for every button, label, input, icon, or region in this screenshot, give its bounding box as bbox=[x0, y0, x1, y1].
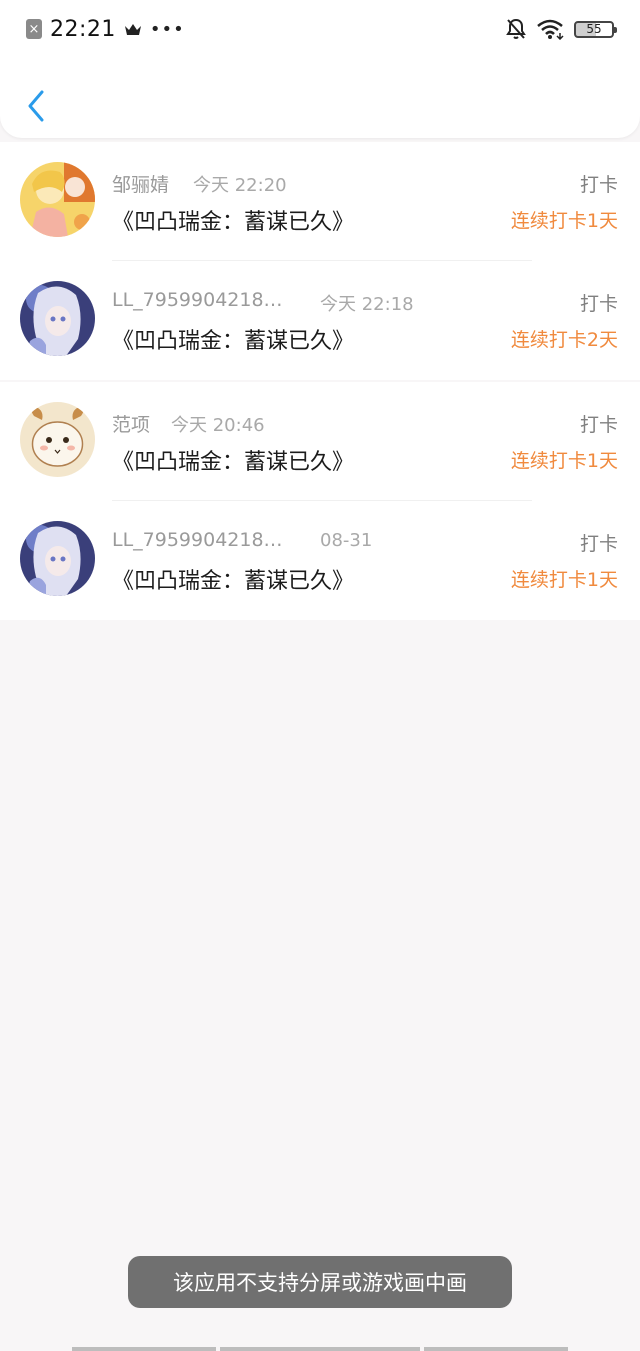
checkin-time: 今天 22:20 bbox=[193, 175, 287, 196]
toast-message: 该应用不支持分屏或游戏画中画 bbox=[128, 1256, 512, 1308]
book-title: 《凹凸瑞金：蓄谋已久》 bbox=[112, 210, 355, 235]
list-group: 范项 今天 20:46 《凹凸瑞金：蓄谋已久》 打卡 连续打卡1天 LL_795… bbox=[0, 382, 640, 620]
avatar[interactable] bbox=[20, 402, 95, 477]
checkin-label: 打卡 bbox=[579, 414, 618, 436]
list-group: 邹骊婧 今天 22:20 《凹凸瑞金：蓄谋已久》 打卡 连续打卡1天 LL_79… bbox=[0, 142, 640, 380]
checkin-time: 今天 22:18 bbox=[320, 294, 414, 315]
more-notifications-icon: ••• bbox=[149, 18, 185, 40]
nav-bar-segment bbox=[424, 1347, 568, 1351]
nav-bar-segment bbox=[72, 1347, 216, 1351]
avatar[interactable] bbox=[20, 162, 95, 237]
checkin-time: 08-31 bbox=[320, 530, 373, 551]
checkin-time: 今天 20:46 bbox=[171, 415, 265, 436]
checkin-label: 打卡 bbox=[579, 293, 618, 315]
checkin-label: 打卡 bbox=[579, 174, 618, 196]
bell-off-icon bbox=[506, 18, 526, 39]
book-title: 《凹凸瑞金：蓄谋已久》 bbox=[112, 450, 355, 475]
checkin-list: 邹骊婧 今天 22:20 《凹凸瑞金：蓄谋已久》 打卡 连续打卡1天 LL_79… bbox=[0, 142, 640, 620]
user-name[interactable]: 范项 bbox=[112, 410, 150, 437]
list-item[interactable]: 邹骊婧 今天 22:20 《凹凸瑞金：蓄谋已久》 打卡 连续打卡1天 bbox=[0, 142, 640, 261]
crown-icon bbox=[124, 24, 141, 35]
sim-off-icon: × bbox=[26, 19, 42, 39]
streak-label: 连续打卡2天 bbox=[510, 329, 618, 351]
status-bar: × 22:21 ••• 55 bbox=[0, 0, 640, 58]
streak-label: 连续打卡1天 bbox=[510, 450, 618, 472]
book-title: 《凹凸瑞金：蓄谋已久》 bbox=[112, 329, 355, 354]
list-item[interactable]: 范项 今天 20:46 《凹凸瑞金：蓄谋已久》 打卡 连续打卡1天 bbox=[0, 382, 640, 501]
list-item[interactable]: LL_7959904218… 今天 22:18 《凹凸瑞金：蓄谋已久》 打卡 连… bbox=[0, 261, 640, 380]
user-name[interactable]: 邹骊婧 bbox=[112, 170, 169, 197]
battery-icon: 55 bbox=[574, 20, 617, 38]
avatar[interactable] bbox=[20, 521, 95, 596]
screen: × 22:21 ••• 55 邹骊婧 今天 22:20 《凹凸瑞金：蓄谋已久》 … bbox=[0, 0, 640, 1351]
status-time: 22:21 bbox=[50, 16, 116, 42]
chevron-left-icon bbox=[28, 90, 44, 122]
user-name[interactable]: LL_7959904218… bbox=[112, 289, 283, 311]
user-name[interactable]: LL_7959904218… bbox=[112, 529, 283, 551]
battery-level: 55 bbox=[586, 22, 602, 36]
avatar[interactable] bbox=[20, 281, 95, 356]
nav-bar-segment bbox=[220, 1347, 420, 1351]
back-button[interactable] bbox=[18, 84, 54, 128]
streak-label: 连续打卡1天 bbox=[510, 569, 618, 591]
streak-label: 连续打卡1天 bbox=[510, 210, 618, 232]
checkin-label: 打卡 bbox=[579, 533, 618, 555]
list-item[interactable]: LL_7959904218… 08-31 《凹凸瑞金：蓄谋已久》 打卡 连续打卡… bbox=[0, 501, 640, 620]
wifi-icon bbox=[537, 19, 564, 40]
book-title: 《凹凸瑞金：蓄谋已久》 bbox=[112, 569, 355, 594]
